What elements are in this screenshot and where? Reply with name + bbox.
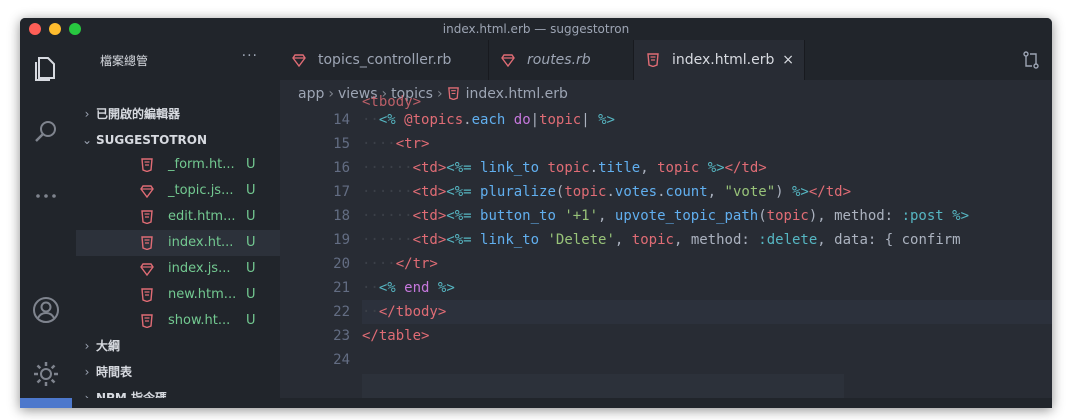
window-title: index.html.erb — suggestotron xyxy=(442,22,630,36)
breadcrumb-file[interactable]: index.html.erb xyxy=(466,86,568,102)
tab-index-html-erb[interactable]: index.html.erb × xyxy=(634,40,805,80)
html-file-icon xyxy=(141,314,153,328)
section-outline[interactable]: › 大綱 xyxy=(78,334,278,358)
editor-tabs: topics_controller.rb routes.rb index.htm… xyxy=(280,40,1052,80)
explorer-title: 檔案總管 xyxy=(100,54,149,68)
line-number: 21 xyxy=(333,280,350,296)
code-line: ······<td><%= pluralize(topic.votes.coun… xyxy=(362,184,852,200)
close-tab-icon[interactable]: × xyxy=(782,40,794,80)
line-number: 15 xyxy=(333,136,350,152)
file-item-new[interactable]: new.htm... U xyxy=(76,282,280,308)
line-number: 24 xyxy=(333,352,350,368)
code-line: ····<tr> xyxy=(362,136,430,152)
html-file-icon xyxy=(141,158,153,172)
section-project[interactable]: ⌄ SUGGESTOTRON xyxy=(78,128,278,152)
editor-window: index.html.erb — suggestotron 檔案總管 ··· › xyxy=(20,18,1052,408)
html-file-icon xyxy=(141,236,153,250)
remote-indicator-button[interactable] xyxy=(20,398,72,408)
ruby-file-icon xyxy=(501,54,515,67)
file-item-index-html[interactable]: index.ht... U xyxy=(76,230,280,256)
close-window-button[interactable] xyxy=(29,23,41,35)
search-icon[interactable] xyxy=(30,116,62,148)
html-file-icon xyxy=(141,210,153,224)
status-bar xyxy=(20,398,1052,408)
file-item-edit[interactable]: edit.htm... U xyxy=(76,204,280,230)
tab-routes[interactable]: routes.rb xyxy=(489,40,634,80)
html-file-icon xyxy=(647,53,659,67)
html-file-icon xyxy=(141,288,153,302)
maximize-window-button[interactable] xyxy=(69,23,81,35)
file-item-form[interactable]: _form.ht... U xyxy=(76,152,280,178)
line-number: 18 xyxy=(333,208,350,224)
code-editor[interactable]: 14 15 16 17 18 19 20 21 22 23 24 <tbody>… xyxy=(280,94,1052,408)
code-line: ··<% end %> xyxy=(362,280,455,296)
explorer-sidebar: 檔案總管 ··· › 已開啟的編輯器 ⌄ SUGGESTOTRON _form.ht… xyxy=(72,40,280,408)
code-lines: ··<% @topics.each do|topic| %> ····<tr> … xyxy=(362,108,1052,372)
line-number: 22 xyxy=(333,304,350,320)
line-number-gutter: 14 15 16 17 18 19 20 21 22 23 24 xyxy=(280,108,352,372)
chevron-down-icon: ⌄ xyxy=(81,133,93,147)
code-line-current: ··</tbody> xyxy=(362,300,1052,324)
line-number: 19 xyxy=(333,232,350,248)
line-number: 14 xyxy=(333,112,350,128)
chevron-right-icon: › xyxy=(84,339,90,353)
breadcrumb-app[interactable]: app xyxy=(298,86,324,102)
line-number: 20 xyxy=(333,256,350,272)
code-line: ··<% @topics.each do|topic| %> xyxy=(362,112,615,128)
code-line: ······<td><%= link_to topic.title, topic… xyxy=(362,160,767,176)
code-line: ····</tr> xyxy=(362,256,438,272)
more-actions-icon[interactable] xyxy=(30,180,62,212)
account-icon[interactable] xyxy=(30,294,62,326)
ruby-file-icon xyxy=(140,185,154,198)
settings-gear-icon[interactable] xyxy=(30,358,62,390)
breadcrumb: app › views › topics › index.html.erb xyxy=(298,86,568,102)
code-line: </table> xyxy=(362,328,430,344)
explorer-icon[interactable] xyxy=(30,52,62,84)
minimize-window-button[interactable] xyxy=(49,23,61,35)
chevron-right-icon: › xyxy=(84,365,90,379)
code-line: ······<td><%= link_to 'Delete', topic, m… xyxy=(362,232,961,248)
activity-bar xyxy=(20,40,72,408)
section-open-editors[interactable]: › 已開啟的編輯器 xyxy=(78,102,278,126)
line-number: 23 xyxy=(333,328,350,344)
line-number: 16 xyxy=(333,160,350,176)
file-item-show[interactable]: show.ht... U xyxy=(76,308,280,334)
line-number: 17 xyxy=(333,184,350,200)
code-line: ······<td><%= button_to '+1', upvote_top… xyxy=(362,208,970,224)
source-control-compare-icon[interactable] xyxy=(1022,50,1040,70)
ruby-file-icon xyxy=(292,54,306,67)
file-tree: _form.ht... U _topic.js... U edit.htm...… xyxy=(76,152,280,334)
ruby-file-icon xyxy=(140,263,154,276)
chevron-right-icon: › xyxy=(84,107,90,121)
tab-topics-controller[interactable]: topics_controller.rb xyxy=(280,40,489,80)
file-item-topic-json[interactable]: _topic.js... U xyxy=(76,178,280,204)
file-item-index-json[interactable]: index.js... U xyxy=(76,256,280,282)
html-file-icon xyxy=(447,87,459,100)
section-timeline[interactable]: › 時間表 xyxy=(78,360,278,384)
explorer-more-button[interactable]: ··· xyxy=(242,48,258,64)
title-bar: index.html.erb — suggestotron xyxy=(20,18,1052,40)
